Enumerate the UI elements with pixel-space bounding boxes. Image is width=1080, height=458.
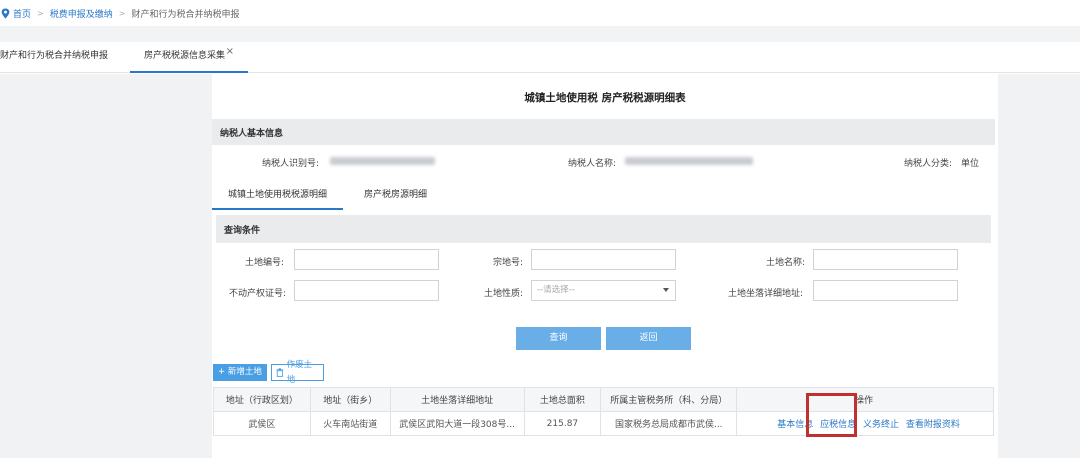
column-header: 土地总面积 [523, 387, 602, 412]
subtab-land-use-tax[interactable]: 城镇土地使用税税源明细 [212, 181, 343, 210]
land-table: 地址（行政区划） 地址（街乡） 土地坐落详细地址 土地总面积 所属主管税务所（科… [213, 387, 994, 436]
taxpayer-id-redacted [330, 157, 435, 165]
obligation-end-link[interactable]: 义务终止 [863, 420, 899, 430]
taxpayer-type-value: 单位 [961, 159, 980, 169]
column-header: 所属主管税务所（科、分局） [600, 387, 738, 412]
column-header: 地址（街乡） [309, 387, 391, 412]
land-name-label: 土地名称: [766, 258, 806, 268]
cert-no-label: 不动产权证号: [229, 289, 287, 299]
view-attachments-link[interactable]: 查看附报资料 [906, 420, 960, 430]
highlight-annotation [806, 393, 857, 437]
parcel-no-input[interactable] [531, 249, 676, 270]
cert-no-input[interactable] [294, 280, 439, 301]
land-no-label: 土地编号: [245, 258, 285, 268]
void-land-button[interactable]: 作废土地 [271, 360, 324, 385]
tab-combined-tax-filing[interactable]: 财产和行为税合并纳税申报 [0, 42, 108, 73]
cell-street: 火车南站街道 [309, 411, 391, 436]
breadcrumb: 首页 > 税费申报及缴纳 > 财产和行为税合并纳税申报 [0, 0, 1080, 26]
table-row: 武侯区 火车南站街道 武侯区武阳大道一段308号... 215.87 国家税务总… [213, 411, 994, 436]
parcel-no-label: 宗地号: [493, 258, 524, 268]
land-nature-label: 土地性质: [484, 289, 524, 299]
tab-bar: 财产和行为税合并纳税申报 房产税税源信息采集 × [0, 42, 1080, 73]
subtab-label: 房产税房源明细 [364, 190, 428, 200]
section-title: 查询条件 [224, 225, 261, 236]
button-label: + 新增土地 [218, 367, 262, 377]
land-name-input[interactable] [813, 249, 958, 270]
tab-property-tax-source[interactable]: 房产税税源信息采集 × [130, 42, 248, 73]
address-label: 土地坐落详细地址: [728, 289, 804, 299]
taxpayer-name-redacted [625, 157, 753, 165]
chevron-down-icon [663, 288, 669, 292]
cell-district: 武侯区 [213, 411, 311, 436]
land-nature-select[interactable]: --请选择-- [531, 280, 676, 301]
breadcrumb-separator: > [37, 8, 44, 18]
taxpayer-section-header: 纳税人基本信息 [212, 119, 995, 145]
back-button[interactable]: 返回 [606, 327, 691, 350]
section-title: 纳税人基本信息 [220, 128, 284, 139]
select-placeholder: --请选择-- [537, 285, 575, 295]
tab-label: 财产和行为税合并纳税申报 [0, 51, 109, 61]
button-label: 作废土地 [286, 359, 313, 385]
land-no-input[interactable] [294, 249, 439, 270]
header-gap [0, 26, 1080, 42]
column-header: 土地坐落详细地址 [389, 387, 525, 412]
subtab-label: 城镇土地使用税税源明细 [228, 190, 328, 200]
column-header: 操作 [736, 387, 994, 412]
detail-subtabs: 城镇土地使用税税源明细 房产税房源明细 [212, 181, 998, 210]
taxpayer-type-label: 纳税人分类: [904, 159, 953, 169]
search-button[interactable]: 查询 [516, 327, 601, 350]
tab-close-icon[interactable]: × [226, 37, 234, 66]
table-header-row: 地址（行政区划） 地址（街乡） 土地坐落详细地址 土地总面积 所属主管税务所（科… [213, 387, 994, 412]
breadcrumb-current: 财产和行为税合并纳税申报 [131, 9, 240, 20]
cell-operations: 基本信息 应税信息 义务终止 查看附报资料 [736, 411, 994, 436]
location-pin-icon [1, 7, 10, 19]
subtab-property-tax[interactable]: 房产税房源明细 [364, 181, 427, 210]
page-title: 城镇土地使用税 房产税税源明细表 [524, 92, 686, 104]
address-input[interactable] [813, 280, 958, 301]
query-section-header: 查询条件 [216, 215, 991, 243]
trash-icon [276, 368, 284, 377]
taxpayer-name-label: 纳税人名称: [568, 159, 617, 169]
add-land-button[interactable]: + 新增土地 [213, 364, 267, 381]
breadcrumb-tax-filing-link[interactable]: 税费申报及缴纳 [50, 7, 113, 20]
taxpayer-id-label: 纳税人识别号: [262, 159, 320, 169]
column-header: 地址（行政区划） [213, 387, 311, 412]
cell-address: 武侯区武阳大道一段308号... [389, 411, 525, 436]
breadcrumb-home-link[interactable]: 首页 [13, 7, 31, 20]
breadcrumb-separator: > [118, 8, 126, 18]
tab-label: 房产税税源信息采集 [144, 51, 226, 61]
cell-tax-office: 国家税务总局成都市武侯... [600, 411, 738, 436]
cell-area: 215.87 [523, 411, 602, 436]
